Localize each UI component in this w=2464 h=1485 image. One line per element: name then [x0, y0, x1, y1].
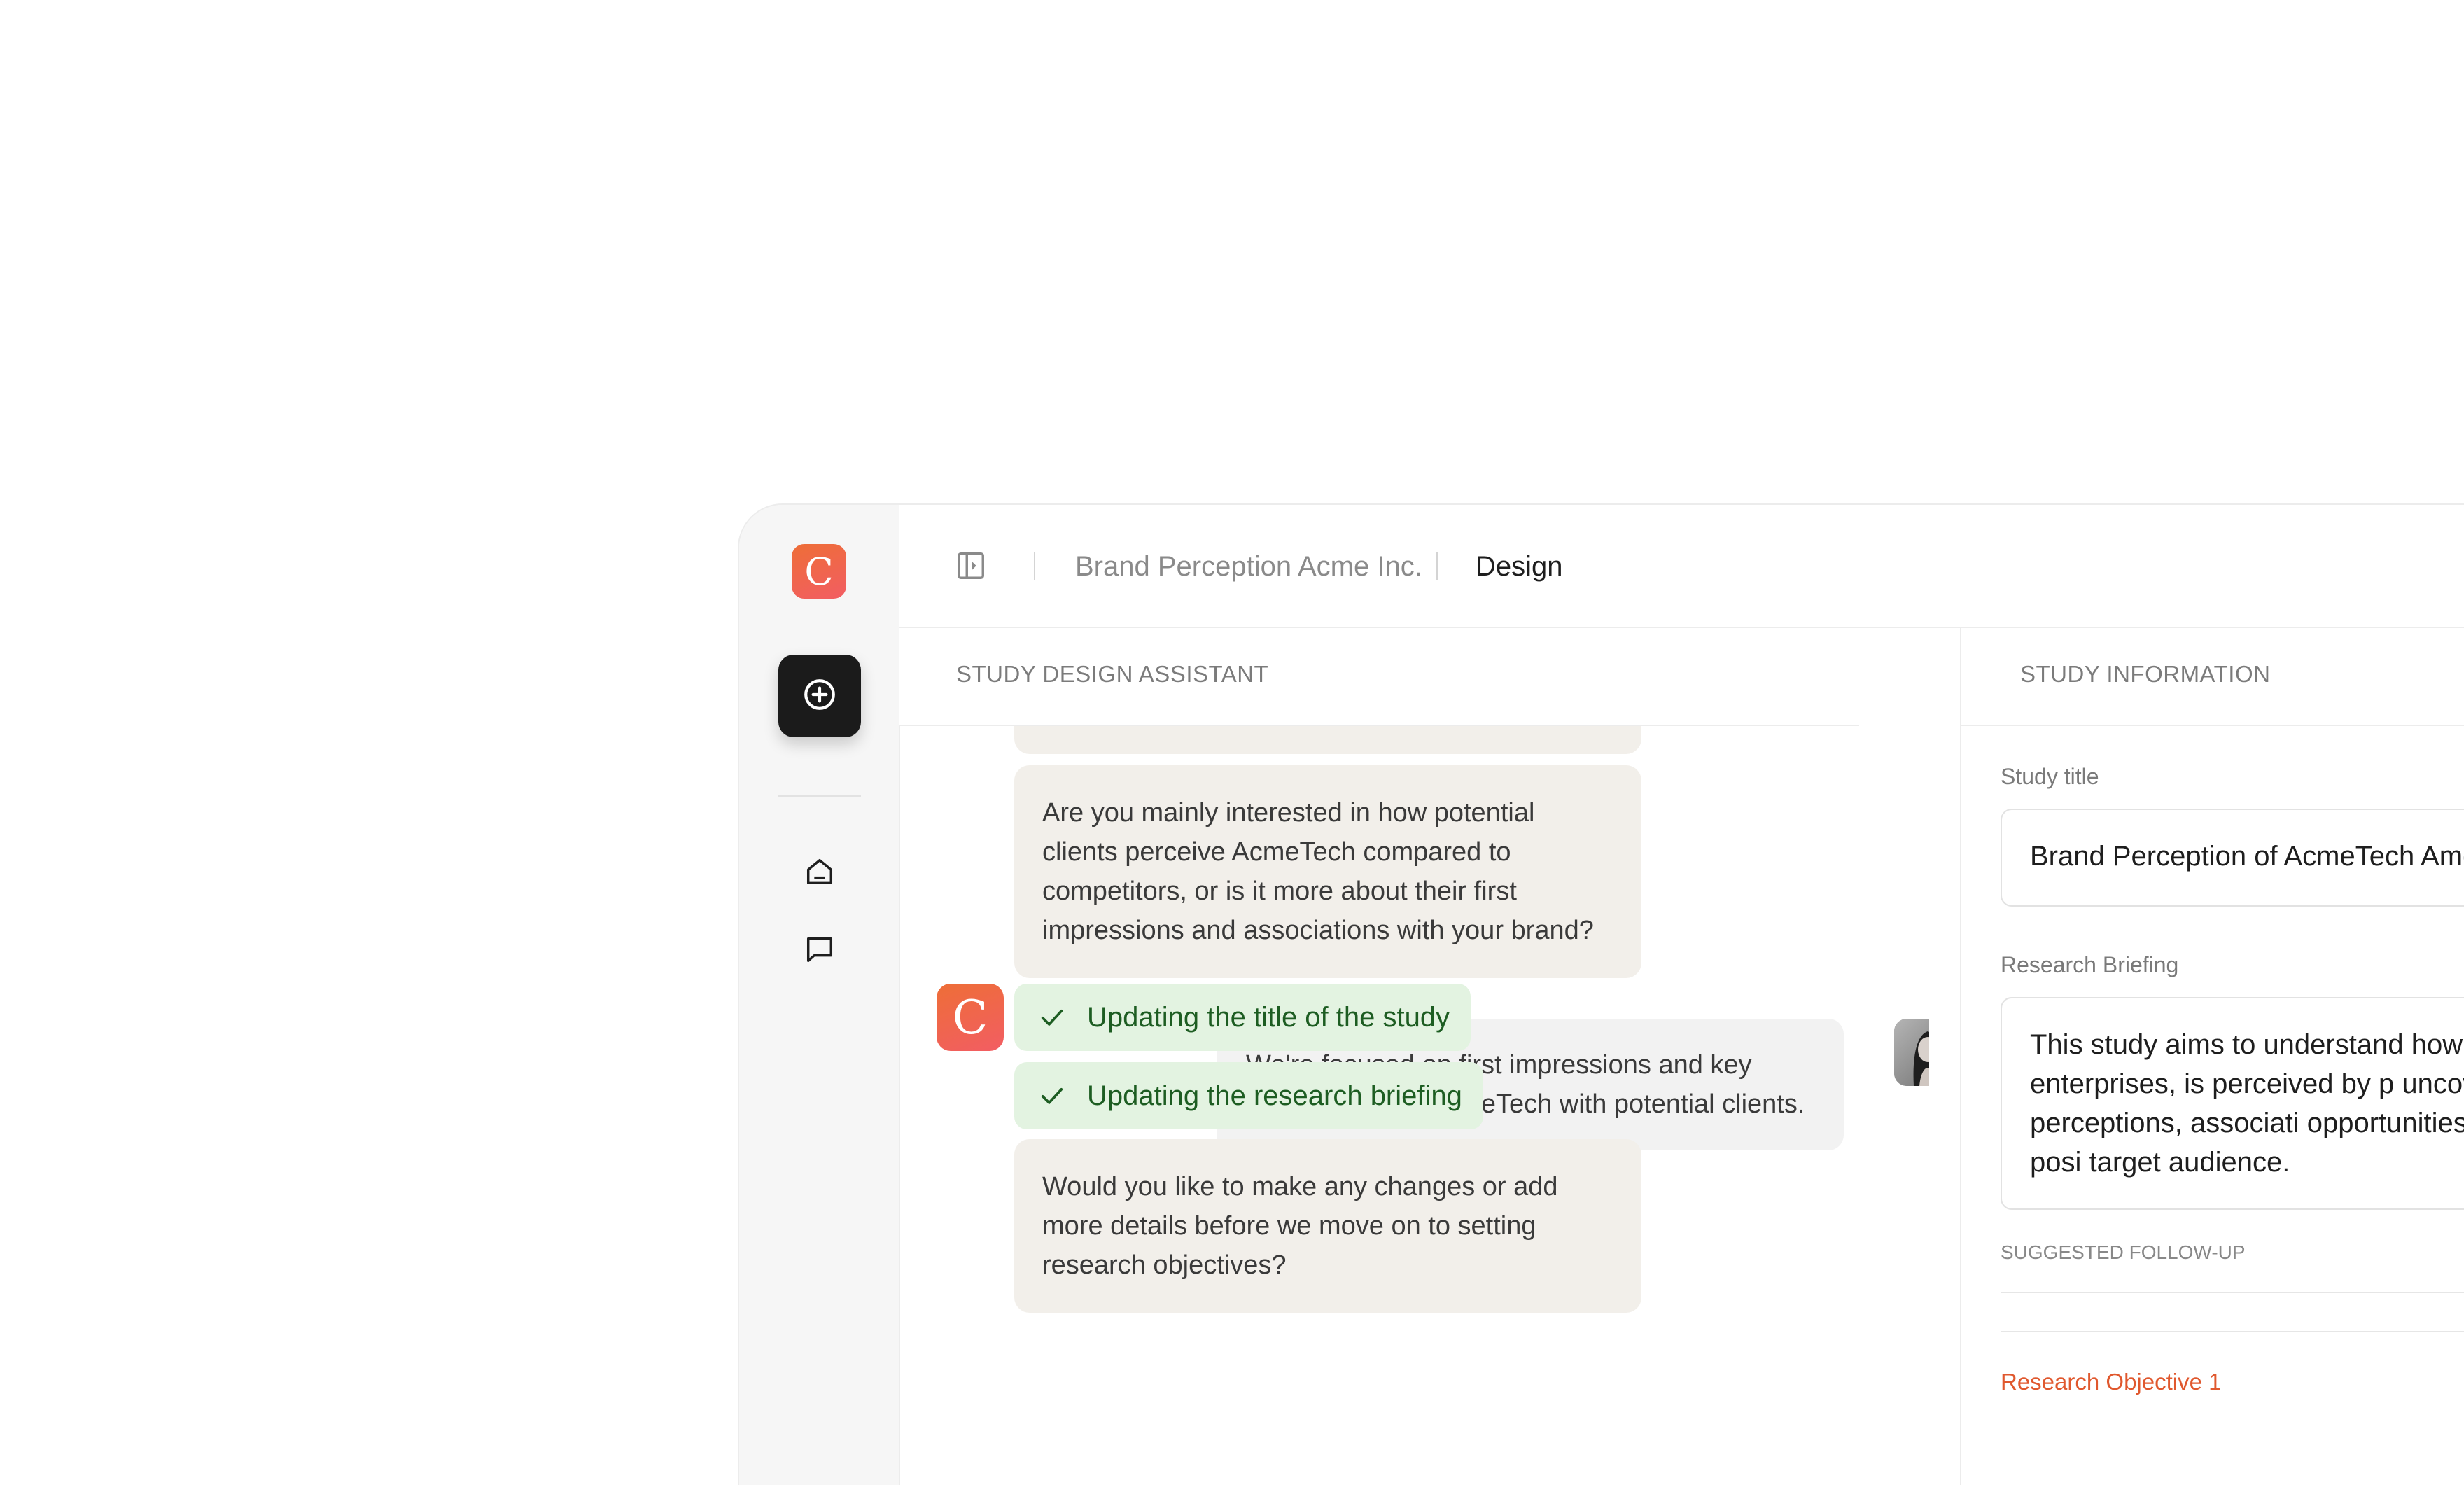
app-logo[interactable]: C — [792, 544, 846, 599]
study-title-value: Brand Perception of AcmeTech Among — [2030, 841, 2464, 872]
top-bar: Brand Perception Acme Inc. Design — [899, 505, 2464, 628]
study-info-panel: STUDY INFORMATION Study title Brand Perc… — [1961, 628, 2464, 1485]
breadcrumb-project[interactable]: Brand Perception Acme Inc. — [1075, 550, 1422, 583]
info-panel-header: STUDY INFORMATION — [1961, 628, 2464, 726]
app-window: C Brand Perception Acme Inc. Design STUD… — [738, 503, 2464, 1485]
study-title-field[interactable]: Brand Perception of AcmeTech Among — [2001, 809, 2464, 907]
home-icon[interactable] — [802, 854, 837, 889]
message-bubble-previous — [1014, 726, 1642, 754]
sidebar-toggle-icon[interactable] — [955, 550, 987, 582]
check-icon — [1038, 1082, 1066, 1110]
followup-divider — [2001, 1292, 2464, 1293]
status-update-briefing: Updating the research briefing — [1014, 1062, 1483, 1129]
breadcrumb-separator — [1436, 552, 1438, 580]
rail-divider — [778, 795, 861, 797]
status-update-title: Updating the title of the study — [1014, 984, 1471, 1051]
assistant-panel-header: STUDY DESIGN ASSISTANT — [899, 628, 1859, 726]
assistant-message: Are you mainly interested in how potenti… — [1014, 765, 1642, 978]
research-briefing-value: This study aims to understand how Ac mid… — [2030, 1029, 2464, 1178]
assistant-avatar: C — [937, 984, 1004, 1051]
new-study-button[interactable] — [778, 655, 861, 737]
study-title-label: Study title — [2001, 764, 2099, 789]
research-briefing-field[interactable]: This study aims to understand how Ac mid… — [2001, 997, 2464, 1210]
followup-divider — [2001, 1331, 2464, 1332]
info-section-label: STUDY INFORMATION — [2020, 661, 2271, 687]
assistant-message: Would you like to make any changes or ad… — [1014, 1139, 1642, 1313]
breadcrumb-separator — [1034, 552, 1035, 580]
suggested-followup-label: SUGGESTED FOLLOW-UP — [2001, 1241, 2246, 1263]
user-avatar — [1894, 1019, 1929, 1086]
check-icon — [1038, 1003, 1066, 1031]
left-rail: C — [739, 505, 900, 1485]
research-objective-link[interactable]: Research Objective 1 — [2001, 1369, 2221, 1395]
assistant-section-label: STUDY DESIGN ASSISTANT — [956, 661, 1269, 687]
breadcrumb-current: Design — [1476, 551, 1563, 582]
plus-circle-icon — [802, 677, 837, 716]
chat-icon[interactable] — [802, 932, 837, 967]
chat-messages: Are you mainly interested in how potenti… — [899, 726, 1929, 1485]
research-briefing-label: Research Briefing — [2001, 952, 2179, 977]
